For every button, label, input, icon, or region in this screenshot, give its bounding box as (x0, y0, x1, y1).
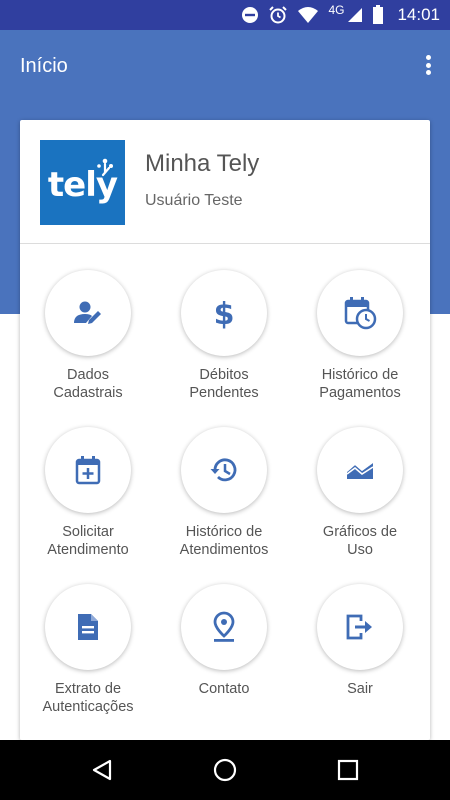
menu-item-sair[interactable]: Sair (292, 584, 428, 740)
alarm-icon (268, 5, 288, 25)
menu-button[interactable] (181, 427, 267, 513)
area-chart-icon (346, 461, 374, 479)
person-edit-icon (74, 301, 101, 324)
do-not-disturb-icon (241, 6, 259, 24)
svg-text:$: $ (214, 297, 235, 329)
overflow-dot (425, 55, 431, 60)
battery-icon (372, 5, 384, 25)
account-user: Usuário Teste (145, 192, 243, 209)
menu-button[interactable] (181, 584, 267, 670)
menu-item-historico-atendimentos[interactable]: Histórico de Atendimentos (156, 427, 292, 584)
menu-button[interactable]: $ (181, 270, 267, 356)
menu-label: Débitos Pendentes (189, 367, 259, 401)
wifi-icon (297, 6, 319, 24)
network-type: 4G (328, 3, 345, 17)
recents-square-icon (338, 759, 359, 781)
menu-label: Contato (198, 681, 250, 697)
menu-item-solicitar-atendimento[interactable]: Solicitar Atendimento (20, 427, 156, 584)
menu-label: Dados Cadastrais (53, 367, 123, 401)
menu-label: Extrato de Autenticações (42, 681, 134, 715)
menu-label: Gráficos de Uso (322, 524, 398, 558)
logout-icon (346, 614, 372, 640)
menu-button[interactable] (45, 427, 131, 513)
account-header: tely Minha Tely Usuário Teste (20, 120, 430, 244)
menu-label: Histórico de Pagamentos (319, 367, 401, 401)
menu-button[interactable] (45, 270, 131, 356)
system-nav-bar (0, 740, 450, 800)
dollar-icon: $ (214, 297, 235, 329)
menu-item-contato[interactable]: Contato (156, 584, 292, 740)
menu-label: Solicitar Atendimento (47, 524, 129, 558)
menu-item-debitos-pendentes[interactable]: $ Débitos Pendentes (156, 270, 292, 427)
back-button[interactable] (77, 745, 127, 795)
menu-button[interactable] (317, 427, 403, 513)
home-circle-icon (213, 758, 237, 782)
menu-button[interactable] (317, 584, 403, 670)
logo-spark-icon (97, 158, 113, 177)
home-button[interactable] (200, 745, 250, 795)
overflow-dot (425, 62, 431, 68)
overflow-dot (425, 70, 431, 75)
tely-logo: tely (40, 140, 125, 225)
status-time: 14:01 (397, 5, 440, 24)
menu-item-historico-pagamentos[interactable]: Histórico de Pagamentos (292, 270, 428, 427)
menu-label: Histórico de Atendimentos (179, 524, 269, 558)
menu-button[interactable] (317, 270, 403, 356)
calendar-plus-icon (75, 456, 101, 485)
signal-icon (347, 7, 363, 23)
history-icon (210, 458, 237, 482)
location-pin-icon (213, 611, 235, 642)
overflow-menu-button[interactable] (420, 52, 436, 78)
back-triangle-icon (92, 759, 111, 781)
menu-grid: Dados Cadastrais $ Débitos Pendentes His… (20, 270, 430, 740)
account-name: Minha Tely (145, 150, 260, 177)
menu-label: Sair (347, 681, 373, 697)
recents-button[interactable] (323, 745, 373, 795)
menu-item-graficos-uso[interactable]: Gráficos de Uso (292, 427, 428, 584)
page-title: Início (20, 55, 68, 77)
menu-button[interactable] (45, 584, 131, 670)
document-icon (78, 614, 98, 640)
home-card: tely Minha Tely Usuário Teste Dados Cada… (20, 120, 430, 740)
calendar-clock-icon (344, 297, 377, 330)
menu-item-extrato-autenticacoes[interactable]: Extrato de Autenticações (20, 584, 156, 740)
status-bar: 4G 14:01 (0, 0, 450, 30)
menu-item-dados-cadastrais[interactable]: Dados Cadastrais (20, 270, 156, 427)
